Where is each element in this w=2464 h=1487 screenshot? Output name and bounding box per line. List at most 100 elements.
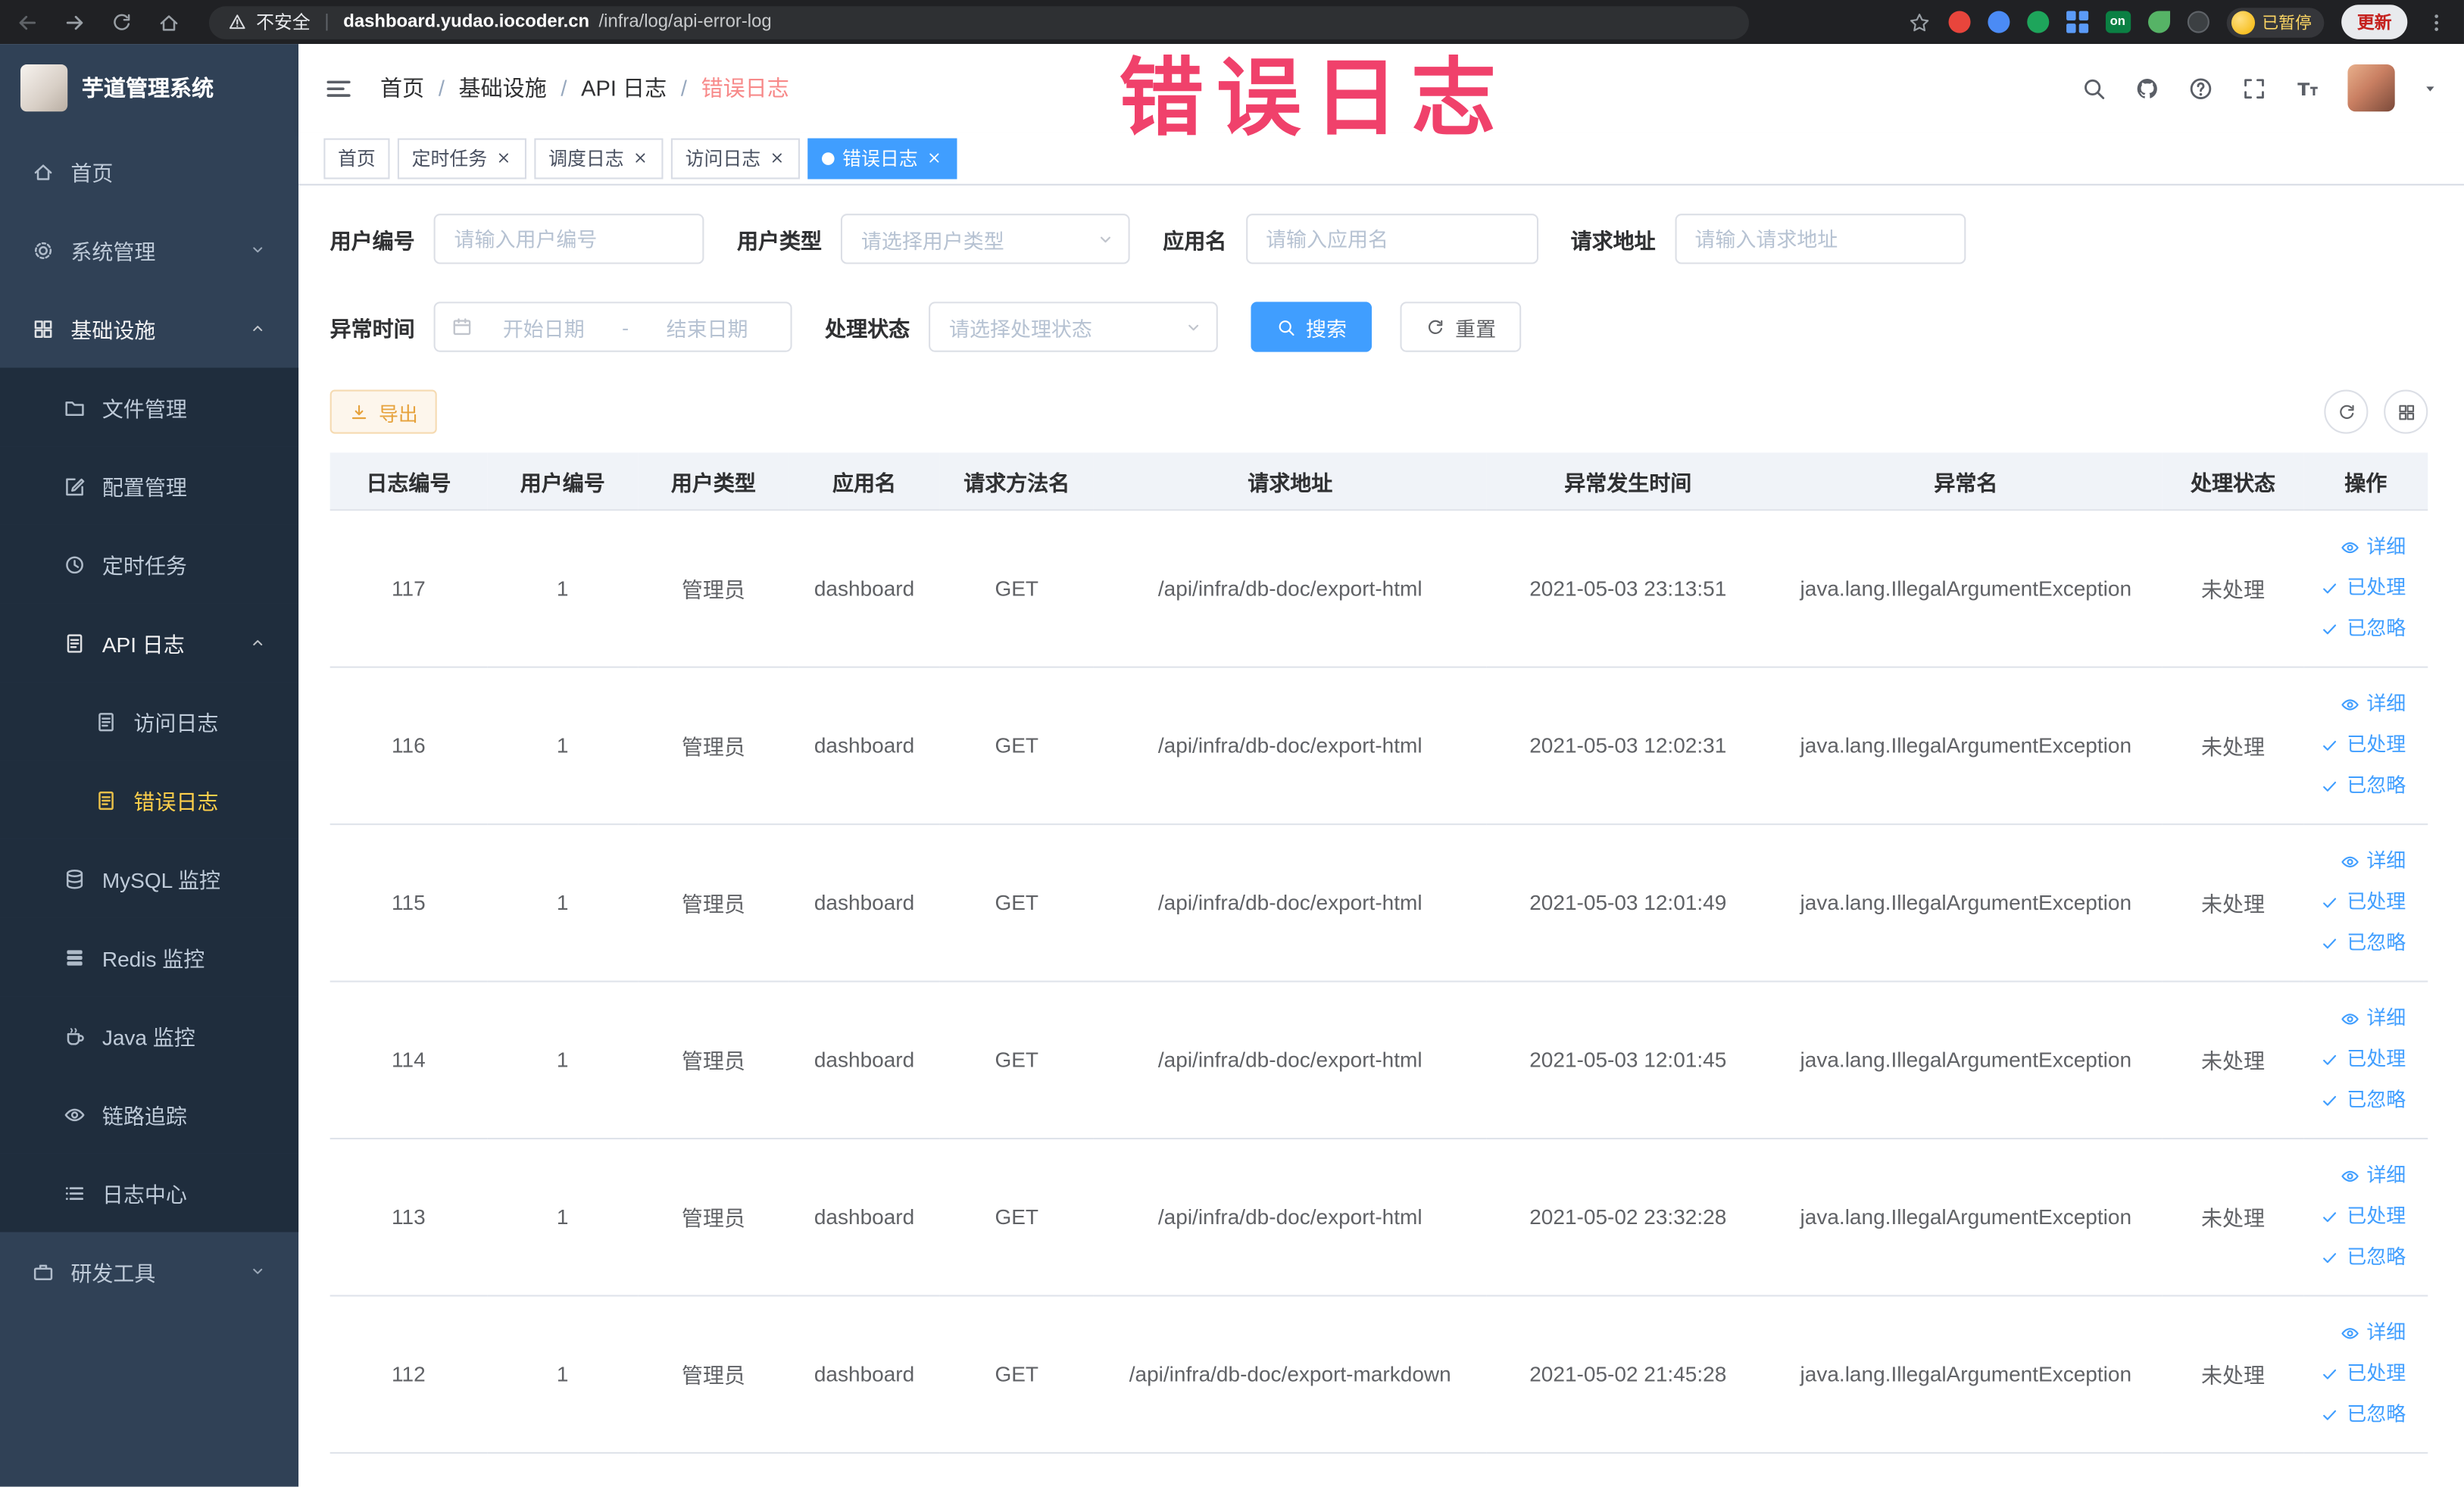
sidebar-item-dev-tools[interactable]: 研发工具: [0, 1232, 298, 1310]
cell-user_type: 管理员: [638, 509, 789, 667]
browser-menu-icon[interactable]: [2425, 10, 2448, 33]
sidebar-item-file[interactable]: 文件管理: [0, 367, 299, 447]
extension-on-badge[interactable]: on: [2105, 11, 2131, 33]
request-url-input[interactable]: [1674, 214, 1966, 264]
detail-link[interactable]: 详细: [2310, 683, 2406, 724]
breadcrumb-item[interactable]: 基础设施: [459, 72, 547, 103]
address-bar[interactable]: 不安全 | dashboard.yudao.iocoder.cn/infra/l…: [208, 5, 1750, 39]
avatar-caret-icon[interactable]: [2422, 80, 2439, 97]
user-id-input[interactable]: [433, 214, 704, 264]
sidebar-item-api-log[interactable]: API 日志: [0, 603, 299, 683]
profile-chip[interactable]: 已暂停: [2225, 7, 2325, 37]
sidebar-item-log-center[interactable]: 日志中心: [0, 1153, 299, 1232]
detail-link[interactable]: 详细: [2310, 526, 2406, 567]
column-settings-button[interactable]: [2384, 389, 2428, 434]
check-icon: [2320, 1247, 2341, 1267]
logo-row[interactable]: 芋道管理系统: [0, 44, 298, 132]
extension-leaf-icon[interactable]: [2147, 11, 2169, 33]
close-icon[interactable]: [769, 149, 786, 167]
ignored-link[interactable]: 已忽略: [2310, 1079, 2406, 1120]
chevron-down-icon: [248, 1262, 267, 1281]
cell-method: GET: [939, 666, 1094, 825]
browser-back-icon[interactable]: [16, 10, 39, 33]
processed-link[interactable]: 已处理: [2310, 567, 2406, 608]
cell-id: 112: [329, 1295, 488, 1453]
ignored-link[interactable]: 已忽略: [2310, 765, 2406, 806]
user-type-select[interactable]: 请选择用户类型: [840, 214, 1130, 264]
close-icon[interactable]: [926, 149, 943, 167]
bookmark-star-icon[interactable]: [1907, 10, 1931, 33]
breadcrumb-item[interactable]: API 日志: [581, 72, 667, 103]
tab-access-log[interactable]: 访问日志: [670, 137, 801, 179]
extension-red-icon[interactable]: [1947, 11, 1970, 33]
refresh-table-button[interactable]: [2324, 389, 2369, 434]
sidebar-item-access-log[interactable]: 访问日志: [0, 682, 299, 761]
sidebar-item-infra[interactable]: 基础设施: [0, 289, 298, 368]
table-row: 116 1 管理员 dashboard GET/api/infra/db-doc/exp…: [329, 666, 2428, 825]
sidebar-item-error-log[interactable]: 错误日志: [0, 761, 299, 839]
sidebar-item-system[interactable]: 系统管理: [0, 211, 298, 289]
sidebar-item-mysql[interactable]: MySQL 监控: [0, 839, 299, 918]
help-icon[interactable]: [2188, 75, 2214, 102]
sidebar-item-trace[interactable]: 链路追踪: [0, 1075, 299, 1154]
user-id-label: 用户编号: [329, 229, 415, 254]
ignored-link[interactable]: 已忽略: [2310, 608, 2406, 649]
detail-link[interactable]: 详细: [2310, 998, 2406, 1039]
processed-link[interactable]: 已处理: [2310, 1353, 2406, 1394]
app-name-input[interactable]: [1245, 214, 1538, 264]
tab-label: 定时任务: [411, 148, 488, 170]
detail-link[interactable]: 详细: [2310, 1155, 2406, 1196]
detail-link[interactable]: 详细: [2310, 841, 2406, 882]
check-icon: [2320, 577, 2341, 598]
fullscreen-icon[interactable]: [2241, 75, 2267, 102]
browser-reload-icon[interactable]: [110, 10, 133, 33]
processed-link[interactable]: 已处理: [2310, 882, 2406, 923]
sidebar-toggle-icon[interactable]: [323, 73, 353, 102]
processed-link[interactable]: 已处理: [2310, 1039, 2406, 1079]
ignored-link[interactable]: 已忽略: [2310, 1237, 2406, 1278]
cell-user_type: 管理员: [638, 1138, 789, 1296]
sidebar-item-java[interactable]: Java 监控: [0, 996, 299, 1076]
sidebar-item-label: 定时任务: [101, 555, 187, 579]
sidebar-item-job[interactable]: 定时任务: [0, 524, 299, 604]
check-icon: [2320, 1206, 2341, 1226]
tab-home[interactable]: 首页: [323, 137, 390, 179]
update-button[interactable]: 更新: [2341, 5, 2408, 39]
tab-job[interactable]: 定时任务: [397, 137, 527, 179]
close-icon[interactable]: [495, 149, 513, 167]
reset-button[interactable]: 重置: [1400, 301, 1522, 352]
processed-link[interactable]: 已处理: [2310, 1196, 2406, 1237]
extension-blue-icon[interactable]: [1987, 11, 2010, 33]
filter-request-url: 请求地址: [1571, 214, 1966, 264]
process-status-select[interactable]: 请选择处理状态: [929, 301, 1218, 352]
ignored-link[interactable]: 已忽略: [2310, 923, 2406, 964]
exception-time-range[interactable]: 开始日期 - 结束日期: [433, 301, 792, 352]
sidebar-item-home[interactable]: 首页: [0, 132, 298, 211]
cell-url: /api/infra/db-doc/export-html: [1093, 980, 1487, 1139]
cell-exception: java.lang.IllegalArgumentException: [1769, 823, 2163, 982]
extension-paw-icon[interactable]: [2186, 11, 2209, 33]
browser-home-icon[interactable]: [157, 10, 180, 33]
export-button[interactable]: 导出: [329, 389, 437, 434]
close-icon[interactable]: [632, 149, 649, 167]
sidebar-item-redis[interactable]: Redis 监控: [0, 917, 299, 997]
extension-green-icon[interactable]: [2026, 11, 2049, 33]
processed-link[interactable]: 已处理: [2310, 724, 2406, 765]
breadcrumb-item[interactable]: 首页: [380, 72, 424, 103]
user-avatar[interactable]: [2347, 64, 2395, 112]
tab-error-log[interactable]: 错误日志: [807, 137, 957, 179]
extensions-grid-icon[interactable]: [2066, 11, 2088, 33]
ignored-link[interactable]: 已忽略: [2310, 1394, 2406, 1435]
check-icon: [2320, 892, 2341, 912]
cell-time: 2021-05-02 21:45:28: [1486, 1295, 1769, 1453]
detail-link[interactable]: 详细: [2310, 1312, 2406, 1353]
tab-job-log[interactable]: 调度日志: [534, 137, 664, 179]
github-icon[interactable]: [2134, 75, 2160, 102]
browser-forward-icon[interactable]: [63, 10, 86, 33]
sidebar-item-config[interactable]: 配置管理: [0, 446, 299, 525]
app-title: 芋道管理系统: [81, 75, 214, 101]
clock-icon: [63, 552, 86, 576]
font-size-icon[interactable]: [2294, 75, 2321, 102]
header-search-icon[interactable]: [2081, 75, 2107, 102]
search-button[interactable]: 搜索: [1251, 301, 1373, 352]
